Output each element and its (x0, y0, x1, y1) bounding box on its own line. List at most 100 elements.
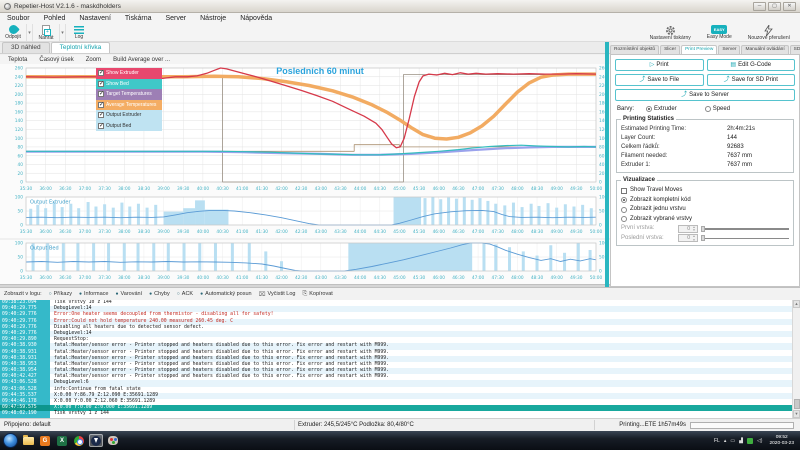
taskbar-chrome-icon[interactable] (72, 434, 86, 447)
tab-rozm-st-n-objekt[interactable]: Rozmístění objektů (610, 45, 659, 54)
menu-n-stroje[interactable]: Nástroje (193, 13, 233, 24)
log-filter-automatick-posun[interactable]: ●Automatický posun (200, 291, 252, 297)
checkbox-icon[interactable]: ✓ (98, 81, 104, 87)
log-output[interactable]: 09:38:23.094Tisk vrstvy 10 z 14409:40:29… (0, 300, 792, 418)
legend-output-bed[interactable]: ✓Output Bed (96, 121, 162, 132)
color-option-speed[interactable]: Speed (705, 106, 730, 112)
tab-manu-ln-ovl-d-n[interactable]: Manuální ovládání (741, 45, 788, 54)
taskbar-paint-icon[interactable] (106, 434, 120, 447)
emergency-stop-button[interactable]: Nouzové přerušení (744, 24, 794, 41)
scrollbar-thumb[interactable] (794, 399, 800, 409)
taskbar-clock[interactable]: 09:522020-03-23 (766, 435, 797, 446)
main-toolbar: Odpojit ▾ Nahrát ▾ Log Nastavení tiskárn… (0, 24, 800, 42)
edit-gcode-button[interactable]: ▤Edit G-Code (707, 59, 796, 71)
start-button[interactable] (3, 433, 18, 448)
menu-pohled[interactable]: Pohled (37, 13, 73, 24)
tab-3d-n-hled[interactable]: 3D náhled (2, 42, 50, 53)
tab-slicer[interactable]: Slicer (660, 45, 680, 54)
scroll-down-arrow[interactable]: ▼ (793, 410, 800, 418)
first-layer-slider[interactable] (701, 225, 789, 233)
print-button[interactable]: ▷Print (615, 59, 704, 71)
disconnect-dropdown[interactable]: ▾ (26, 24, 33, 41)
log-filter-informace[interactable]: ●Informace (79, 291, 109, 297)
svg-text:50:00: 50:00 (590, 229, 603, 235)
chart-menu-teplota[interactable]: Teplota (8, 57, 27, 63)
tab-server[interactable]: Server (718, 45, 740, 54)
viz-option-zobrazit-jednu-vrstvu[interactable]: Zobrazit jednu vrstvu (621, 205, 789, 215)
svg-text:36:00: 36:00 (39, 229, 52, 235)
menu-n-pov-da[interactable]: Nápověda (233, 13, 279, 24)
checkbox-icon[interactable]: ✓ (98, 91, 104, 97)
svg-text:48:30: 48:30 (531, 275, 544, 281)
minimize-button[interactable]: ─ (753, 2, 766, 11)
language-indicator[interactable]: FL (714, 438, 720, 444)
log-action-kop-rovat[interactable]: ⎘Kopírovat (302, 291, 332, 298)
tab-sd-karta[interactable]: SD karta (790, 45, 800, 54)
volume-tray-icon[interactable]: ◁) (757, 438, 763, 444)
subchart-label: Output Extruder (30, 200, 72, 206)
menu-server[interactable]: Server (159, 13, 194, 24)
easy-mode-button[interactable]: EASY Easy Mode (703, 24, 736, 41)
save-for-sd-button[interactable]: ⤴Save for SD Print (707, 74, 796, 86)
chart-menu-zoom[interactable]: Zoom (86, 57, 101, 63)
log-row[interactable]: 09:48:02.190Tisk vrstvy 1 z 144 (0, 411, 792, 417)
close-button[interactable]: ✕ (783, 2, 796, 11)
legend-output-extruder[interactable]: ✓Output Extruder (96, 110, 162, 121)
window-titlebar: Repetier-Host V2.1.6 - maskdholders ─ ▢ … (0, 0, 800, 13)
legend-show-extruder[interactable]: ✓Show Extruder (96, 68, 162, 79)
stat-row: Layer Count:144 (621, 134, 789, 143)
menu-soubor[interactable]: Soubor (0, 13, 37, 24)
log-filter-p-kazy[interactable]: ○Příkazy (49, 291, 72, 297)
network-tray-icon[interactable]: ▟ (739, 438, 743, 444)
log-filter-varov-n[interactable]: ●Varování (115, 291, 142, 297)
viz-option-zobrazit-vybran-vrstvy[interactable]: Zobrazit vybrané vrstvy (621, 215, 789, 225)
load-button[interactable]: Nahrát (33, 24, 59, 41)
last-layer-slider[interactable] (701, 234, 789, 242)
chart-menu-asov-sek[interactable]: Časový úsek (39, 57, 73, 63)
chart-menu-build-average-over[interactable]: Build Average over ... (113, 57, 170, 63)
color-option-extruder[interactable]: Extruder (646, 106, 677, 112)
menu-nastaven[interactable]: Nastavení (72, 13, 118, 24)
hidden-icons-arrow[interactable]: ▴ (724, 438, 727, 444)
viz-option-zobrazit-kompletn-k-d[interactable]: Zobrazit kompletní kód (621, 196, 789, 206)
legend-label: Show Extruder (106, 70, 139, 76)
checkbox-icon[interactable]: ✓ (98, 70, 104, 76)
checkbox-icon[interactable]: ✓ (98, 112, 104, 118)
log-filter-ack[interactable]: ○ACK (177, 291, 193, 297)
svg-text:45:30: 45:30 (413, 186, 426, 192)
save-to-server-button[interactable]: ⤴Save to Server (615, 89, 795, 101)
legend-show-bed[interactable]: ✓Show Bed (96, 79, 162, 90)
output-extruder-chart: 35:3036:0036:3037:0037:3038:0038:3039:00… (0, 194, 612, 238)
tab-print-preview[interactable]: Print Preview (681, 45, 717, 54)
antivirus-tray-icon[interactable] (747, 438, 753, 444)
tab-teplotn-k-ivka[interactable]: Teplotní křivka (51, 42, 111, 53)
load-dropdown[interactable]: ▾ (59, 24, 66, 41)
save-to-file-button[interactable]: ⤴Save to File (615, 74, 704, 86)
vertical-splitter[interactable] (605, 42, 609, 287)
legend-average-temperatures[interactable]: ✓Average Temperatures (96, 100, 162, 111)
taskbar-repetier-icon[interactable] (89, 434, 103, 447)
svg-text:49:00: 49:00 (550, 275, 563, 281)
display-tray-icon[interactable]: ▭ (730, 438, 735, 444)
svg-text:48:30: 48:30 (531, 186, 544, 192)
log-action-vy-istit-log[interactable]: ⌧Vyčistit Log (259, 291, 296, 298)
log-scrollbar[interactable]: ▲ ▼ (792, 300, 800, 418)
maximize-button[interactable]: ▢ (768, 2, 781, 11)
disconnect-button[interactable]: Odpojit (0, 24, 26, 41)
log-filter-chyby[interactable]: ●Chyby (149, 291, 170, 297)
taskbar-explorer-icon[interactable] (21, 434, 35, 447)
menu-tisk-rna[interactable]: Tiskárna (118, 13, 159, 24)
last-layer-stepper[interactable]: 0▲▼ (678, 234, 698, 242)
scroll-up-arrow[interactable]: ▲ (793, 300, 800, 308)
log-toggle-button[interactable]: Log (66, 24, 92, 41)
taskbar-app-orange-icon[interactable]: G (38, 434, 52, 447)
printer-settings-button[interactable]: Nastavení tiskárny (646, 24, 695, 41)
stats-title: Printing Statistics (621, 116, 676, 122)
svg-text:36:00: 36:00 (39, 186, 52, 192)
checkbox-icon[interactable]: ✓ (98, 102, 104, 108)
first-layer-stepper[interactable]: 0▲▼ (678, 225, 698, 233)
checkbox-icon[interactable]: ✓ (98, 123, 104, 129)
legend-target-temperatures[interactable]: ✓Target Temperatures (96, 89, 162, 100)
show-travel-moves-checkbox[interactable]: Show Travel Moves (621, 186, 789, 196)
taskbar-excel-icon[interactable]: X (55, 434, 69, 447)
